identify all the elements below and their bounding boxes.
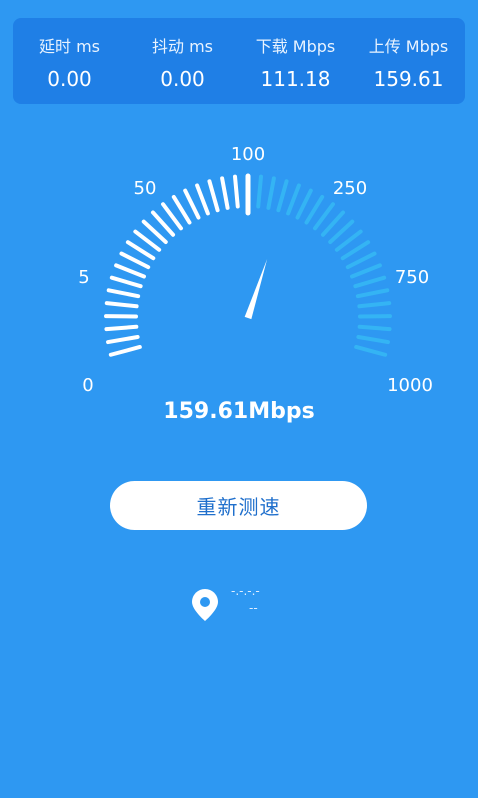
gauge-label-750: 750 — [395, 267, 429, 288]
speed-gauge: 0 5 50 100 250 750 1000 — [78, 144, 433, 396]
gauge-label-0: 0 — [82, 375, 93, 396]
gauge-ticks — [104, 173, 392, 357]
gauge-tick — [119, 251, 151, 270]
gauge-tick — [276, 179, 289, 213]
gauge-tick — [106, 334, 140, 345]
gauge-tick — [354, 344, 388, 357]
location-subtext: -- — [249, 601, 258, 615]
retest-button[interactable]: 重新测速 — [110, 481, 367, 530]
gauge-tick — [104, 324, 139, 332]
gauge-label-50: 50 — [134, 178, 157, 199]
gauge-tick — [286, 183, 301, 216]
gauge-label-5: 5 — [78, 267, 89, 288]
gauge-tick — [357, 324, 392, 332]
gauge-tick — [353, 275, 387, 289]
location-text: -.-.-.- — [231, 584, 260, 598]
gauge-tick — [106, 288, 141, 299]
gauge-tick — [350, 263, 382, 279]
gauge-tick — [195, 183, 210, 216]
gauge-label-1000: 1000 — [387, 375, 433, 396]
gauge-tick — [207, 179, 220, 213]
gauge-label-100: 100 — [231, 144, 265, 165]
gauge-tick — [295, 188, 313, 220]
gauge-tick — [109, 275, 143, 289]
current-speed: 159.61Mbps — [163, 399, 315, 424]
location-pin-icon — [192, 589, 218, 621]
gauge-tick — [357, 301, 392, 309]
gauge-tick — [220, 176, 230, 210]
gauge-tick — [355, 288, 390, 299]
gauge-tick — [233, 174, 240, 209]
gauge-tick — [108, 344, 142, 357]
gauge-needle — [244, 259, 268, 320]
gauge-tick — [114, 263, 146, 279]
gauge-tick — [266, 176, 276, 210]
gauge-tick — [345, 251, 377, 270]
gauge-tick — [256, 174, 263, 209]
gauge-label-250: 250 — [333, 178, 367, 199]
gauge-tick — [104, 301, 139, 309]
gauge-tick — [356, 334, 390, 345]
gauge-tick — [183, 188, 201, 220]
